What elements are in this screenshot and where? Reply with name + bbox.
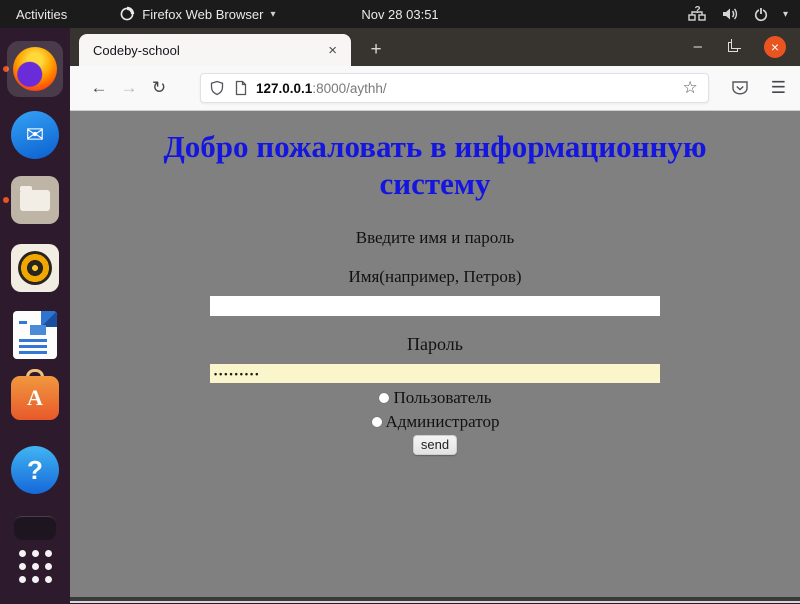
page-info-icon[interactable] — [234, 80, 248, 96]
user-radio-label: Пользователь — [393, 388, 491, 408]
dock-item-help[interactable]: ? — [11, 446, 59, 494]
name-input[interactable] — [210, 296, 660, 316]
system-top-bar: Activities Firefox Web Browser ▾ Nov 28 … — [0, 0, 800, 28]
tray-chevron-icon[interactable]: ▾ — [783, 9, 788, 20]
svg-text:?: ? — [694, 6, 700, 16]
new-tab-button[interactable]: + — [362, 36, 390, 64]
activities-button[interactable]: Activities — [0, 0, 83, 28]
bookmark-star-icon[interactable]: ☆ — [681, 78, 700, 98]
firefox-window: Codeby-school × + – × ← → ↻ — [70, 28, 800, 604]
role-option-user: Пользователь — [70, 388, 800, 407]
tab-title: Codeby-school — [93, 43, 324, 58]
firefox-icon — [13, 47, 57, 91]
page-title: Добро пожаловать в информационную систем… — [140, 128, 730, 202]
firefox-symbolic-icon — [119, 6, 135, 22]
navigation-toolbar: ← → ↻ 127.0.0.1:8000/aythh/ ☆ ☰ — [70, 66, 800, 111]
minimize-button[interactable]: – — [694, 42, 702, 52]
speaker-icon — [18, 251, 52, 285]
software-a-glyph: A — [27, 385, 43, 411]
password-label: Пароль — [70, 334, 800, 355]
shield-icon[interactable] — [209, 80, 225, 96]
app-menu-label: Firefox Web Browser — [142, 7, 263, 22]
send-button[interactable]: send — [413, 435, 457, 455]
tab-codeby-school[interactable]: Codeby-school × — [79, 34, 351, 66]
name-label: Имя(например, Петров) — [70, 267, 800, 287]
image-placeholder-icon — [30, 325, 46, 335]
app-menu-button[interactable]: Firefox Web Browser ▾ — [111, 0, 283, 28]
login-prompt: Введите имя и пароль — [70, 228, 800, 248]
tab-bar: Codeby-school × + – × — [70, 28, 800, 66]
folder-icon — [20, 190, 50, 211]
files-running-indicator — [3, 197, 9, 203]
back-button[interactable]: ← — [84, 73, 114, 103]
url-bar[interactable]: 127.0.0.1:8000/aythh/ ☆ — [200, 73, 709, 103]
url-host: 127.0.0.1 — [256, 81, 312, 96]
tab-close-icon[interactable]: × — [324, 42, 341, 59]
chevron-down-icon: ▾ — [270, 9, 275, 20]
dock-item-dark-app[interactable] — [14, 516, 56, 540]
admin-radio[interactable] — [371, 416, 383, 428]
desktop: Activities Firefox Web Browser ▾ Nov 28 … — [0, 0, 800, 604]
dock-item-firefox[interactable] — [7, 41, 63, 97]
close-window-button[interactable]: × — [764, 36, 786, 58]
url-text: 127.0.0.1:8000/aythh/ — [256, 81, 681, 96]
admin-radio-label: Администратор — [386, 412, 500, 432]
password-input[interactable] — [210, 364, 660, 383]
clock[interactable]: Nov 28 03:51 — [361, 0, 438, 28]
help-question-icon: ? — [27, 455, 43, 486]
user-radio[interactable] — [378, 392, 390, 404]
dock-item-files[interactable] — [11, 176, 59, 224]
show-applications-button[interactable] — [17, 548, 53, 584]
volume-icon[interactable] — [721, 6, 739, 22]
thunderbird-icon: ✉ — [26, 122, 44, 148]
power-icon[interactable] — [753, 6, 769, 22]
system-tray: ? ▾ — [688, 0, 794, 28]
url-path: :8000/aythh/ — [312, 81, 386, 96]
forward-button[interactable]: → — [114, 73, 144, 103]
reload-button[interactable]: ↻ — [144, 73, 174, 103]
network-question-icon[interactable]: ? — [688, 6, 707, 22]
dock-item-libreoffice-writer[interactable] — [13, 311, 57, 359]
hamburger-menu-icon[interactable]: ☰ — [771, 78, 786, 98]
dock: ✉ A ? — [0, 28, 70, 604]
dock-item-rhythmbox[interactable] — [11, 244, 59, 292]
dock-item-ubuntu-software[interactable]: A — [11, 376, 59, 420]
window-controls: – × — [694, 28, 786, 66]
web-page: Добро пожаловать в информационную систем… — [70, 111, 800, 597]
pocket-icon[interactable] — [731, 80, 749, 96]
dock-item-thunderbird[interactable]: ✉ — [11, 111, 59, 159]
role-option-admin: Администратор — [70, 412, 800, 431]
restore-button[interactable] — [728, 42, 738, 52]
